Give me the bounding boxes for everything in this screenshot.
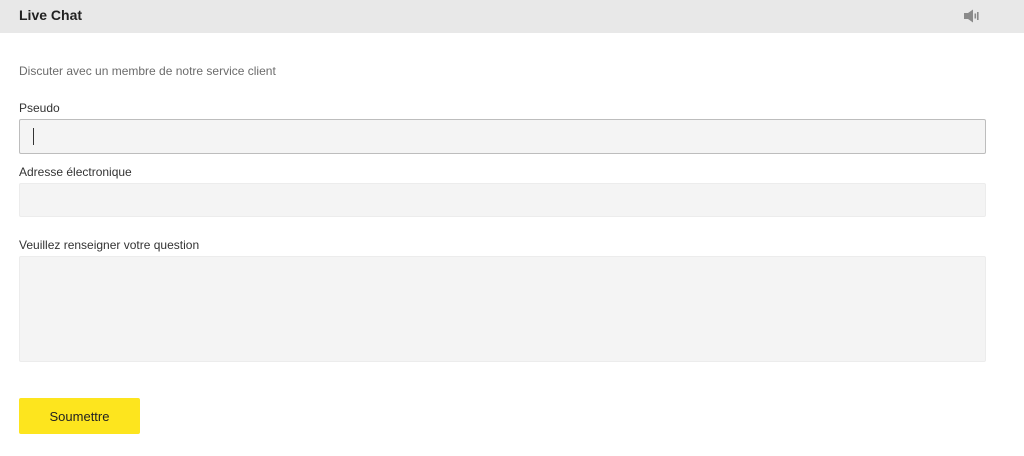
text-caret [33,128,34,145]
sound-toggle-button[interactable] [963,8,981,24]
submit-button[interactable]: Soumettre [19,398,140,434]
question-label: Veuillez renseigner votre question [19,238,200,252]
intro-text: Discuter avec un membre de notre service… [19,64,276,78]
nickname-label: Pseudo [19,101,60,115]
chat-title: Live Chat [19,7,83,23]
chat-header: Live Chat [0,0,1024,33]
email-input[interactable] [19,183,986,217]
speaker-icon [964,9,979,23]
question-textarea[interactable] [19,256,986,362]
nickname-input[interactable] [19,119,986,154]
email-label: Adresse électronique [19,165,132,179]
